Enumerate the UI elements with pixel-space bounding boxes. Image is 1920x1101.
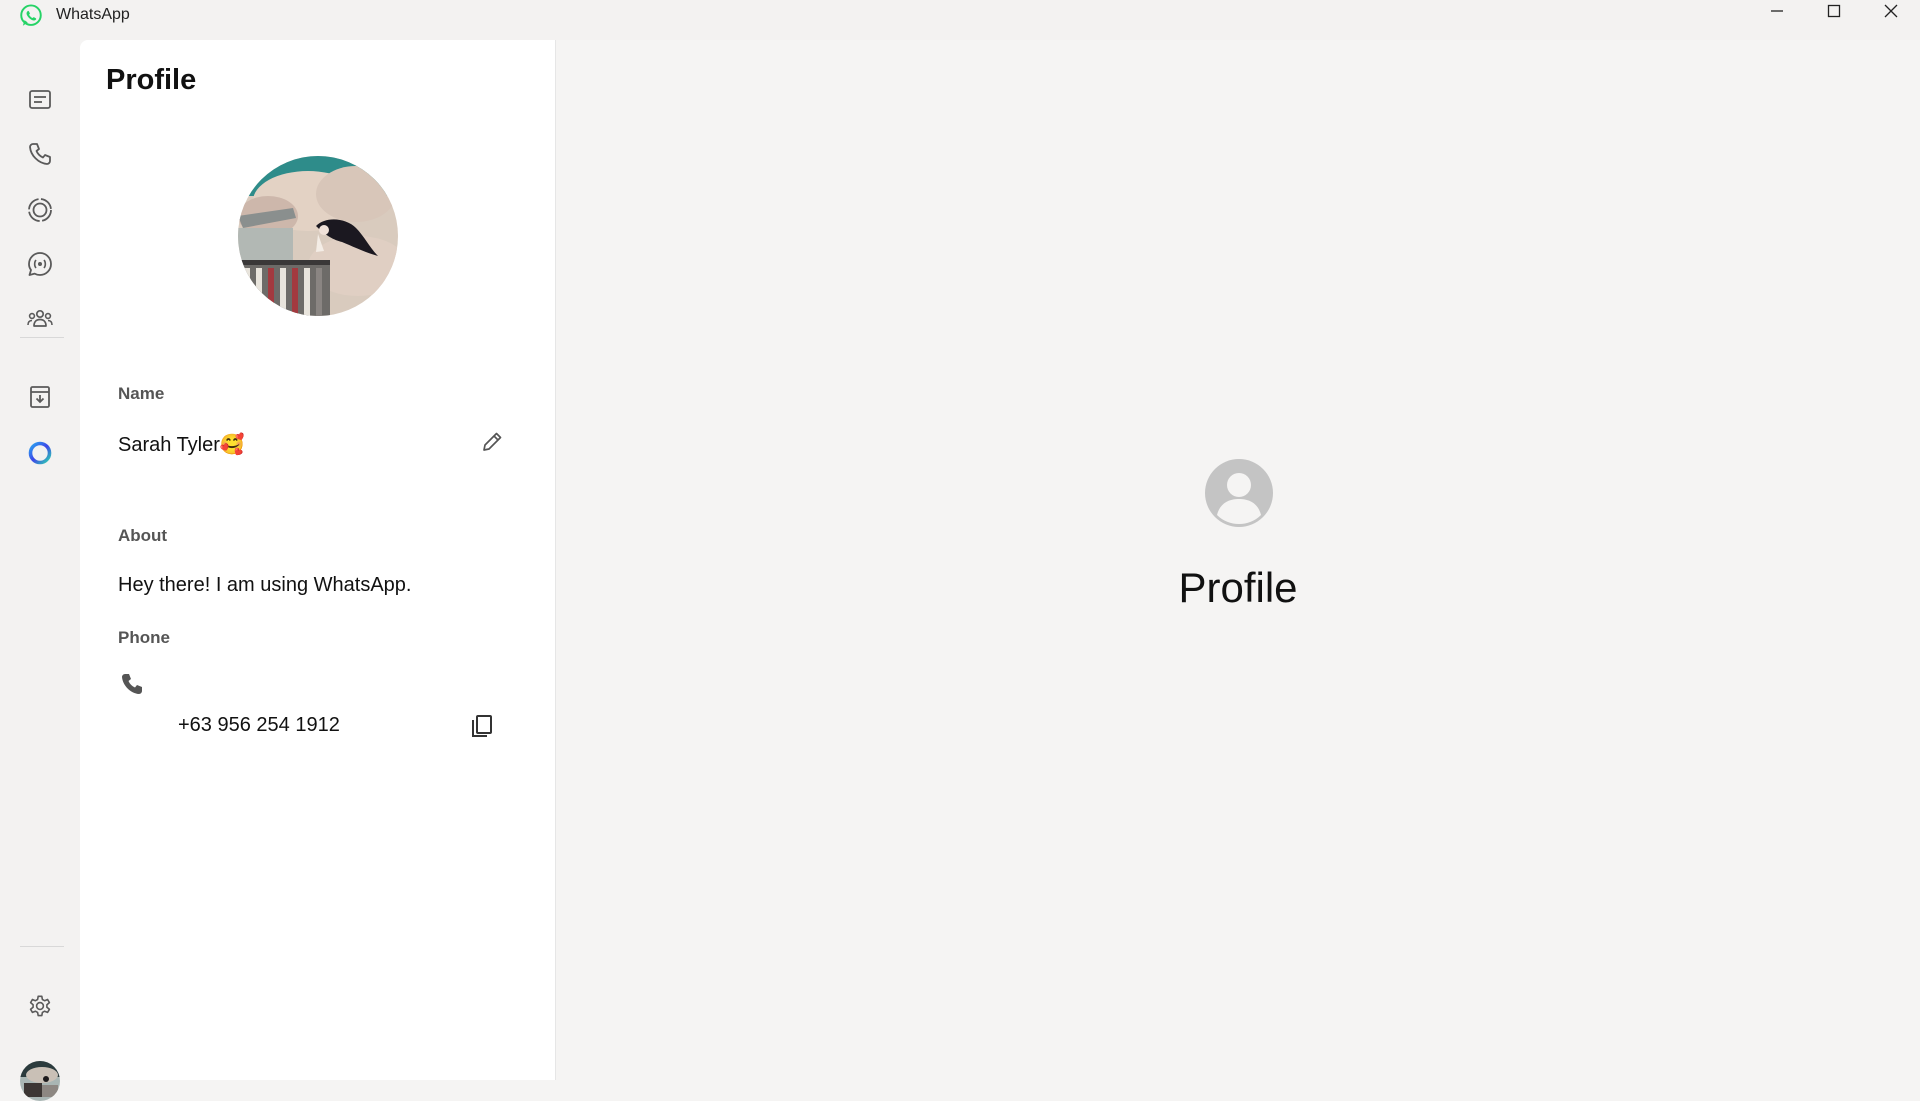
about-label: About [118, 526, 168, 545]
profile-photo[interactable] [238, 156, 398, 316]
rail-channels-button[interactable] [20, 244, 60, 284]
archive-icon [30, 386, 50, 408]
rail-avatar[interactable] [20, 1061, 60, 1101]
close-button[interactable] [1863, 0, 1919, 22]
main-title: Profile [1178, 564, 1298, 611]
rail-status-button[interactable] [20, 190, 60, 230]
minimize-button[interactable] [1749, 0, 1805, 22]
rail-divider-bottom [20, 946, 64, 947]
phone-label: Phone [118, 628, 170, 647]
phone-icon [118, 670, 148, 700]
whatsapp-logo-icon [20, 4, 42, 26]
close-icon [1884, 4, 1898, 18]
navigation-rail [0, 40, 80, 1101]
app-title: WhatsApp [56, 6, 130, 23]
rail-meta-ai-button[interactable] [20, 433, 60, 473]
rail-settings-button[interactable] [20, 986, 60, 1026]
copy-phone-button[interactable] [464, 708, 500, 744]
chat-icon [29, 90, 51, 109]
maximize-button[interactable] [1806, 0, 1862, 22]
profile-placeholder-icon [1205, 459, 1273, 527]
communities-icon [27, 309, 53, 327]
profile-photo-image [238, 156, 398, 316]
title-bar: WhatsApp [0, 0, 1920, 40]
minimize-icon [1771, 10, 1783, 12]
avatar-image [20, 1061, 60, 1101]
rail-divider [20, 337, 64, 338]
profile-panel: Profile Name Sarah Tyler🥰 About Hey ther… [80, 40, 556, 1080]
gear-icon [29, 995, 51, 1017]
copy-icon [472, 715, 492, 737]
edit-name-button[interactable] [474, 424, 510, 460]
meta-ai-icon [28, 441, 52, 465]
main-content: Profile [556, 40, 1920, 1080]
about-value: Hey there! I am using WhatsApp. [118, 574, 412, 596]
panel-title: Profile [106, 64, 197, 96]
phone-icon [29, 143, 51, 165]
name-value: Sarah Tyler🥰 [118, 434, 245, 456]
rail-calls-button[interactable] [20, 134, 60, 174]
phone-value: +63 956 254 1912 [178, 714, 340, 736]
rail-communities-button[interactable] [20, 299, 60, 339]
channels-icon [28, 252, 52, 276]
status-icon [28, 198, 52, 222]
pencil-icon [483, 432, 502, 451]
maximize-icon [1827, 4, 1841, 18]
name-label: Name [118, 384, 165, 403]
rail-archived-button[interactable] [20, 377, 60, 417]
rail-chats-button[interactable] [20, 80, 60, 120]
